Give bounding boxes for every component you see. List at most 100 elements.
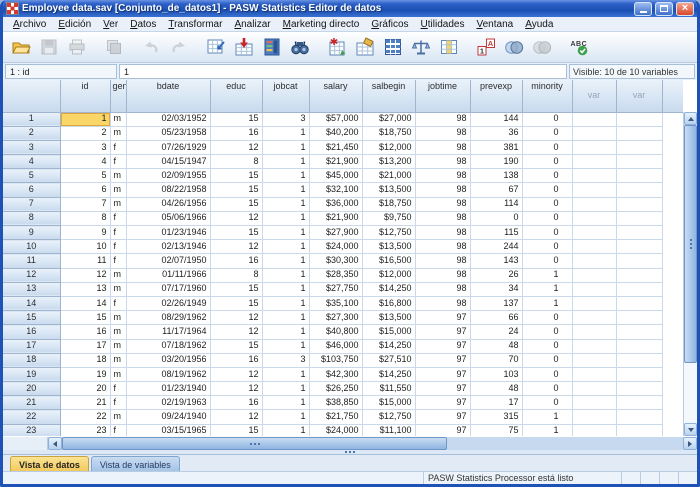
grid-cell-var[interactable]	[616, 325, 662, 339]
grid-cell-var[interactable]	[616, 367, 662, 381]
tab-vista-de-variables[interactable]: Vista de variables	[91, 456, 180, 471]
grid-cell-var[interactable]	[616, 353, 662, 367]
grid-cell[interactable]: 0	[522, 367, 572, 381]
grid-cell[interactable]: 16	[210, 353, 262, 367]
title-bar[interactable]: Employee data.sav [Conjunto_de_datos1] -…	[3, 0, 697, 17]
grid-cell[interactable]: 0	[522, 240, 572, 254]
grid-cell[interactable]: 1	[522, 410, 572, 424]
grid-cell[interactable]: $16,800	[362, 296, 415, 310]
grid-cell[interactable]: 97	[415, 367, 470, 381]
grid-cell[interactable]: 34	[470, 282, 522, 296]
row-number-12[interactable]: 12	[3, 268, 60, 282]
grid-cell-var[interactable]	[616, 183, 662, 197]
grid-cell[interactable]: 0	[522, 226, 572, 240]
grid-cell[interactable]: m	[110, 410, 126, 424]
grid-cell[interactable]: 1	[262, 268, 309, 282]
grid-cell[interactable]: 143	[470, 254, 522, 268]
row-number-5[interactable]: 5	[3, 169, 60, 183]
grid-cell[interactable]: 9	[60, 226, 110, 240]
grid-cell-var[interactable]	[572, 367, 616, 381]
grid-cell[interactable]: 1	[522, 268, 572, 282]
grid-cell-var[interactable]	[572, 268, 616, 282]
grid-cell[interactable]: 1	[262, 226, 309, 240]
grid-cell[interactable]: 1	[262, 325, 309, 339]
grid-cell-var[interactable]	[572, 353, 616, 367]
insert-cases-button[interactable]	[323, 34, 350, 60]
grid-cell-var[interactable]	[572, 325, 616, 339]
grid-cell[interactable]: 1	[262, 282, 309, 296]
row-number-20[interactable]: 20	[3, 382, 60, 396]
grid-cell[interactable]: 8	[60, 211, 110, 225]
grid-cell[interactable]: 0	[522, 311, 572, 325]
row-number-23[interactable]: 23	[3, 424, 60, 436]
row-number-15[interactable]: 15	[3, 311, 60, 325]
grid-cell[interactable]: $36,000	[309, 197, 362, 211]
grid-cell[interactable]: 98	[415, 268, 470, 282]
grid-cell[interactable]: $12,000	[362, 268, 415, 282]
row-number-4[interactable]: 4	[3, 155, 60, 169]
grid-cell[interactable]: $9,750	[362, 211, 415, 225]
grid-cell[interactable]: 16	[210, 254, 262, 268]
grid-cell-var[interactable]	[616, 211, 662, 225]
grid-cell[interactable]: $15,000	[362, 325, 415, 339]
grid-cell-var[interactable]	[616, 339, 662, 353]
grid-cell[interactable]: $35,100	[309, 296, 362, 310]
spell-check-button[interactable]: ABC	[565, 34, 592, 60]
grid-cell[interactable]: 02/26/1949	[126, 296, 210, 310]
grid-cell[interactable]: 1	[262, 240, 309, 254]
grid-cell[interactable]: 15	[210, 197, 262, 211]
menu-ayuda[interactable]: Ayuda	[519, 18, 559, 31]
grid-cell[interactable]: $28,350	[309, 268, 362, 282]
menu-analizar[interactable]: Analizar	[228, 18, 276, 31]
weight-cases-button[interactable]	[407, 34, 434, 60]
grid-cell[interactable]: 98	[415, 282, 470, 296]
grid-cell[interactable]: 10	[60, 240, 110, 254]
grid-cell[interactable]: $46,000	[309, 339, 362, 353]
grid-cell-var[interactable]	[616, 126, 662, 140]
grid-cell[interactable]: 98	[415, 296, 470, 310]
maximize-button[interactable]	[655, 2, 673, 16]
grid-cell[interactable]: $21,900	[309, 211, 362, 225]
menu-transformar[interactable]: Transformar	[162, 18, 228, 31]
grid-cell[interactable]: m	[110, 367, 126, 381]
row-number-18[interactable]: 18	[3, 353, 60, 367]
grid-cell[interactable]: 14	[60, 296, 110, 310]
grid-cell-var[interactable]	[572, 424, 616, 436]
grid-cell-var[interactable]	[616, 240, 662, 254]
grid-cell[interactable]: m	[110, 169, 126, 183]
cell-editor[interactable]: 1	[119, 64, 567, 79]
scroll-left-button[interactable]	[48, 437, 62, 450]
grid-cell[interactable]: 66	[470, 311, 522, 325]
menu-edici-n[interactable]: Edición	[52, 18, 97, 31]
grid-cell[interactable]: f	[110, 424, 126, 436]
goto-variable-button[interactable]	[230, 34, 257, 60]
grid-cell[interactable]: 1	[262, 296, 309, 310]
grid-cell-var[interactable]	[572, 126, 616, 140]
grid-cell-var[interactable]	[616, 254, 662, 268]
grid-cell[interactable]: 12	[210, 367, 262, 381]
grid-cell[interactable]: 98	[415, 112, 470, 126]
grid-cell[interactable]: 07/18/1962	[126, 339, 210, 353]
grid-cell[interactable]: 08/19/1962	[126, 367, 210, 381]
column-header-minority-9[interactable]: minority	[522, 80, 572, 112]
grid-cell[interactable]: 97	[415, 325, 470, 339]
grid-cell[interactable]: 98	[415, 226, 470, 240]
grid-cell[interactable]: $24,000	[309, 424, 362, 436]
column-header-var-10[interactable]: var	[572, 80, 616, 112]
scroll-up-button[interactable]	[684, 112, 697, 125]
grid-cell[interactable]: $18,750	[362, 126, 415, 140]
row-number-1[interactable]: 1	[3, 112, 60, 126]
grid-cell[interactable]: 12	[210, 410, 262, 424]
grid-cell[interactable]: 97	[415, 353, 470, 367]
grid-cell-var[interactable]	[572, 155, 616, 169]
grid-cell[interactable]: $27,510	[362, 353, 415, 367]
grid-cell[interactable]: 97	[415, 410, 470, 424]
grid-cell[interactable]: 36	[470, 126, 522, 140]
grid-cell[interactable]: 07/26/1929	[126, 140, 210, 154]
grid-cell[interactable]: 21	[60, 396, 110, 410]
grid-cell[interactable]: 05/06/1966	[126, 211, 210, 225]
grid-cell[interactable]: 75	[470, 424, 522, 436]
grid-cell[interactable]: 8	[210, 268, 262, 282]
grid-cell[interactable]: 98	[415, 240, 470, 254]
grid-cell[interactable]: 02/19/1963	[126, 396, 210, 410]
